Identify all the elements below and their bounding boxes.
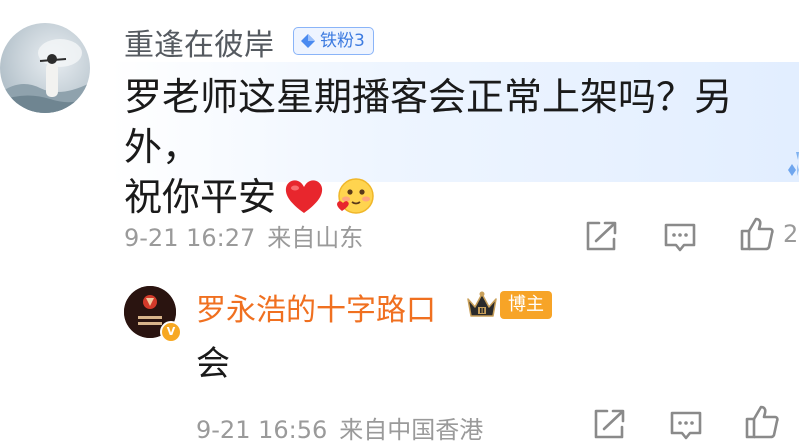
- comment-location: 来自山东: [267, 224, 364, 252]
- fan-badge-label: 铁粉3: [320, 31, 365, 51]
- comment-username[interactable]: 重逢在彼岸: [124, 20, 274, 64]
- comment-meta: 9-21 16:27 来自山东: [124, 218, 363, 253]
- comment-text: 罗老师这星期播客会正常上架吗？另外， 祝你平安: [124, 72, 784, 222]
- verified-badge-icon: V: [160, 321, 182, 343]
- avatar-illustration: [0, 39, 90, 113]
- reply-username[interactable]: 罗永浩的十字路口: [196, 285, 436, 329]
- comment-text-line2-row: 祝你平安: [124, 172, 784, 222]
- reply-meta: 9-21 16:56 来自中国香港: [196, 410, 483, 445]
- sparkle-decoration-icon: [788, 152, 799, 176]
- crown-icon: [467, 291, 497, 317]
- like-count: 2: [783, 220, 799, 248]
- reply-comment-icon[interactable]: [669, 409, 703, 441]
- reply-location: 来自中国香港: [339, 416, 484, 444]
- user-avatar[interactable]: [0, 23, 90, 113]
- share-icon[interactable]: [584, 220, 618, 252]
- comment-text-line1: 罗老师这星期播客会正常上架吗？另外，: [124, 75, 733, 169]
- reply-text: 会: [196, 344, 230, 384]
- reply-time: 9-21 16:56: [196, 416, 328, 444]
- blogger-badge: 博主: [500, 291, 552, 319]
- reply-thumbs-up-icon[interactable]: [744, 404, 780, 440]
- comment-text-line2: 祝你平安: [124, 175, 277, 219]
- comment-icon[interactable]: [663, 221, 697, 253]
- fan-level-badge[interactable]: 铁粉3: [293, 27, 374, 55]
- red-heart-emoji-icon: [285, 180, 323, 213]
- comment-time: 9-21 16:27: [124, 224, 256, 252]
- diamond-icon: [301, 34, 315, 48]
- reply-share-icon[interactable]: [592, 408, 626, 440]
- blushing-face-emoji-icon: [337, 178, 374, 214]
